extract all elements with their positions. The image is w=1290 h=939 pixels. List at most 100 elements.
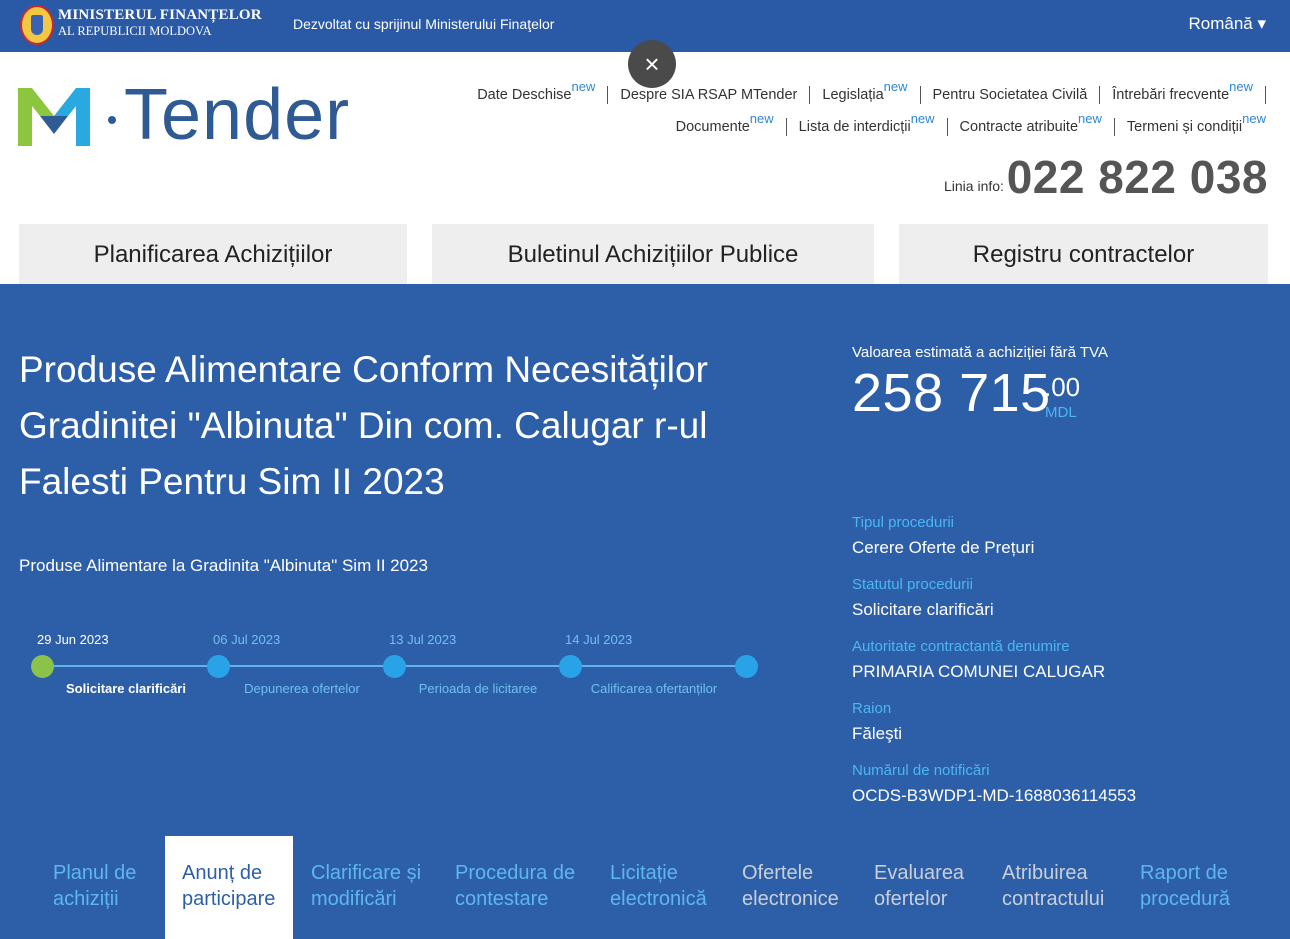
tab-label: electronice	[742, 888, 839, 910]
logo-text: Tender	[124, 75, 351, 155]
nav-termeni-conditii[interactable]: Termeni și condițiinew	[1115, 111, 1266, 136]
notification-number-label: Numărul de notificări	[852, 762, 990, 779]
tab-label: Atribuirea	[1002, 862, 1088, 884]
new-badge: new	[571, 79, 596, 94]
estimated-value-label: Valoarea estimată a achiziției fără TVA	[852, 344, 1108, 361]
tab-label: modificări	[311, 888, 397, 910]
timeline-date: 06 Jul 2023	[213, 632, 281, 647]
procedure-status-value: Solicitare clarificări	[852, 600, 994, 619]
tab-label: Ofertele	[742, 862, 814, 884]
timeline-dot-completed	[31, 655, 54, 678]
ministry-line1: MINISTERUL FINANȚELOR	[58, 7, 262, 23]
tender-title: Produse Alimentare Conform Necesităților…	[19, 349, 708, 502]
tab-ofertele-electronice[interactable]: Ofertele electronice	[742, 836, 839, 939]
tab-raport-de-procedura[interactable]: Raport de procedură	[1140, 836, 1230, 939]
tender-subtitle: Produse Alimentare la Gradinita "Albinut…	[19, 556, 428, 575]
tab-label: Anunț de	[182, 862, 263, 884]
timeline-dot	[735, 655, 758, 678]
support-text: Dezvoltat cu sprijinul Ministerului Fina…	[293, 16, 555, 32]
tab-registru-contractelor[interactable]: Registru contractelor	[899, 224, 1268, 284]
tab-evaluarea-ofertelor[interactable]: Evaluarea ofertelor	[874, 836, 964, 939]
timeline-stage-label: Calificarea ofertanților	[590, 681, 718, 696]
tender-hero: Produse Alimentare Conform Necesităților…	[0, 284, 1290, 939]
nav-legislatia[interactable]: Legislațianew	[810, 79, 921, 104]
nav-label: Lista de interdicții	[798, 119, 911, 135]
tab-label: Evaluarea	[874, 862, 965, 884]
nav-intrebari-frecvente[interactable]: Întrebări frecventenew	[1100, 79, 1266, 104]
tab-clarificare-si-modificari[interactable]: Clarificare și modificări	[311, 836, 421, 939]
tab-buletinul-achizitiilor[interactable]: Buletinul Achizițiilor Publice	[432, 224, 874, 284]
tab-label: electronică	[610, 888, 707, 910]
tab-label: achiziții	[53, 888, 119, 910]
district-label: Raion	[852, 700, 892, 717]
nav-label: Date Deschise	[477, 87, 572, 103]
info-phone-number[interactable]: 022 822 038	[1007, 150, 1268, 204]
ministry-line2: AL REPUBLICII MOLDOVA	[58, 24, 212, 38]
ministry-name[interactable]: MINISTERUL FINANȚELOR AL REPUBLICII MOLD…	[58, 7, 262, 39]
timeline-dot	[207, 655, 230, 678]
contracting-authority-label: Autoritate contractantă denumire	[852, 638, 1070, 655]
tab-planul-de-achizitii[interactable]: Planul de achiziții	[53, 836, 136, 939]
language-selector[interactable]: Română ▾	[1188, 14, 1266, 34]
procedure-status-label: Statutul procedurii	[852, 576, 973, 593]
new-badge: new	[1229, 79, 1253, 94]
tab-label: Licitație	[610, 862, 678, 884]
timeline-dot	[559, 655, 582, 678]
tab-anunt-de-participare[interactable]: Anunț de participare	[165, 836, 293, 939]
m-logo-icon	[18, 88, 90, 146]
contracting-authority-value: PRIMARIA COMUNEI CALUGAR	[852, 662, 1106, 681]
nav-label: Contracte atribuite	[959, 119, 1079, 135]
new-badge: new	[749, 111, 774, 126]
estimated-value-decimals: .00	[1044, 372, 1081, 402]
tab-label: participare	[182, 888, 276, 910]
tab-label: Planul de	[53, 862, 137, 884]
tab-planificarea-achizitiilor[interactable]: Planificarea Achizițiilor	[19, 224, 407, 284]
new-badge: new	[910, 111, 935, 126]
procedure-type-label: Tipul procedurii	[852, 514, 954, 531]
nav-contracte-atribuite[interactable]: Contracte atribuitenew	[948, 111, 1115, 136]
new-badge: new	[1078, 111, 1102, 126]
top-nav-row2: Documentenew Lista de interdicțiinew Con…	[675, 111, 1266, 136]
tab-label: procedură	[1140, 888, 1231, 910]
tab-label: Raport de	[1140, 862, 1228, 884]
nav-label: Termeni și condiții	[1126, 119, 1243, 135]
nav-documente[interactable]: Documentenew	[675, 111, 787, 136]
info-line-label: Linia info:	[944, 178, 1004, 194]
tab-label: contestare	[455, 888, 549, 910]
nav-label: Documente	[675, 119, 750, 135]
tab-procedura-de-contestare[interactable]: Procedura de contestare	[455, 836, 575, 939]
nav-label: Pentru Societatea Civilă	[932, 87, 1088, 103]
notification-number-value: OCDS-B3WDP1-MD-1688036114553	[852, 786, 1137, 805]
top-nav-row1: Date Deschisenew Despre SIA RSAP MTender…	[477, 79, 1266, 104]
new-badge: new	[883, 79, 908, 94]
timeline-stage-label: Perioada de licitaree	[418, 681, 538, 696]
tab-licitatie-electronica[interactable]: Licitație electronică	[610, 836, 707, 939]
logo-dot	[108, 116, 116, 124]
timeline-dot	[383, 655, 406, 678]
procedure-timeline: 29 Jun 2023 06 Jul 2023 13 Jul 2023 14 J…	[30, 624, 770, 704]
nav-societatea-civila[interactable]: Pentru Societatea Civilă	[921, 86, 1101, 104]
district-value: Făleşti	[852, 724, 903, 743]
timeline-stage-label: Solicitare clarificări	[66, 681, 186, 696]
nav-date-deschise[interactable]: Date Deschisenew	[477, 79, 609, 104]
moldova-coat-of-arms-icon	[20, 5, 54, 45]
timeline-stage-label: Depunerea ofertelor	[244, 681, 360, 696]
timeline-date: 13 Jul 2023	[389, 632, 457, 647]
procedure-tabs: Planul de achiziții Anunț de participare C…	[0, 836, 1290, 939]
nav-label: Întrebări frecvente	[1112, 87, 1230, 103]
tab-label: Clarificare și	[311, 862, 422, 884]
procedure-type-value: Cerere Oferte de Prețuri	[852, 538, 1035, 557]
tab-label: contractului	[1002, 888, 1105, 910]
new-badge: new	[1242, 111, 1266, 126]
nav-despre-sia-rsap[interactable]: Despre SIA RSAP MTender	[608, 86, 811, 104]
estimated-value-amount: 258 715	[852, 363, 1051, 423]
timeline-date: 29 Jun 2023	[37, 632, 109, 647]
nav-label: Legislația	[822, 87, 884, 103]
procedure-facts: Tipul procedurii Cerere Oferte de Prețur…	[852, 514, 1136, 824]
nav-lista-interdictii[interactable]: Lista de interdicțiinew	[787, 111, 948, 136]
tab-label: Procedura de	[455, 862, 576, 884]
estimated-value-currency: MDL	[1045, 404, 1077, 421]
tab-atribuirea-contractului[interactable]: Atribuirea contractului	[1002, 836, 1104, 939]
nav-label: Despre SIA RSAP MTender	[620, 87, 798, 103]
timeline-date: 14 Jul 2023	[565, 632, 633, 647]
